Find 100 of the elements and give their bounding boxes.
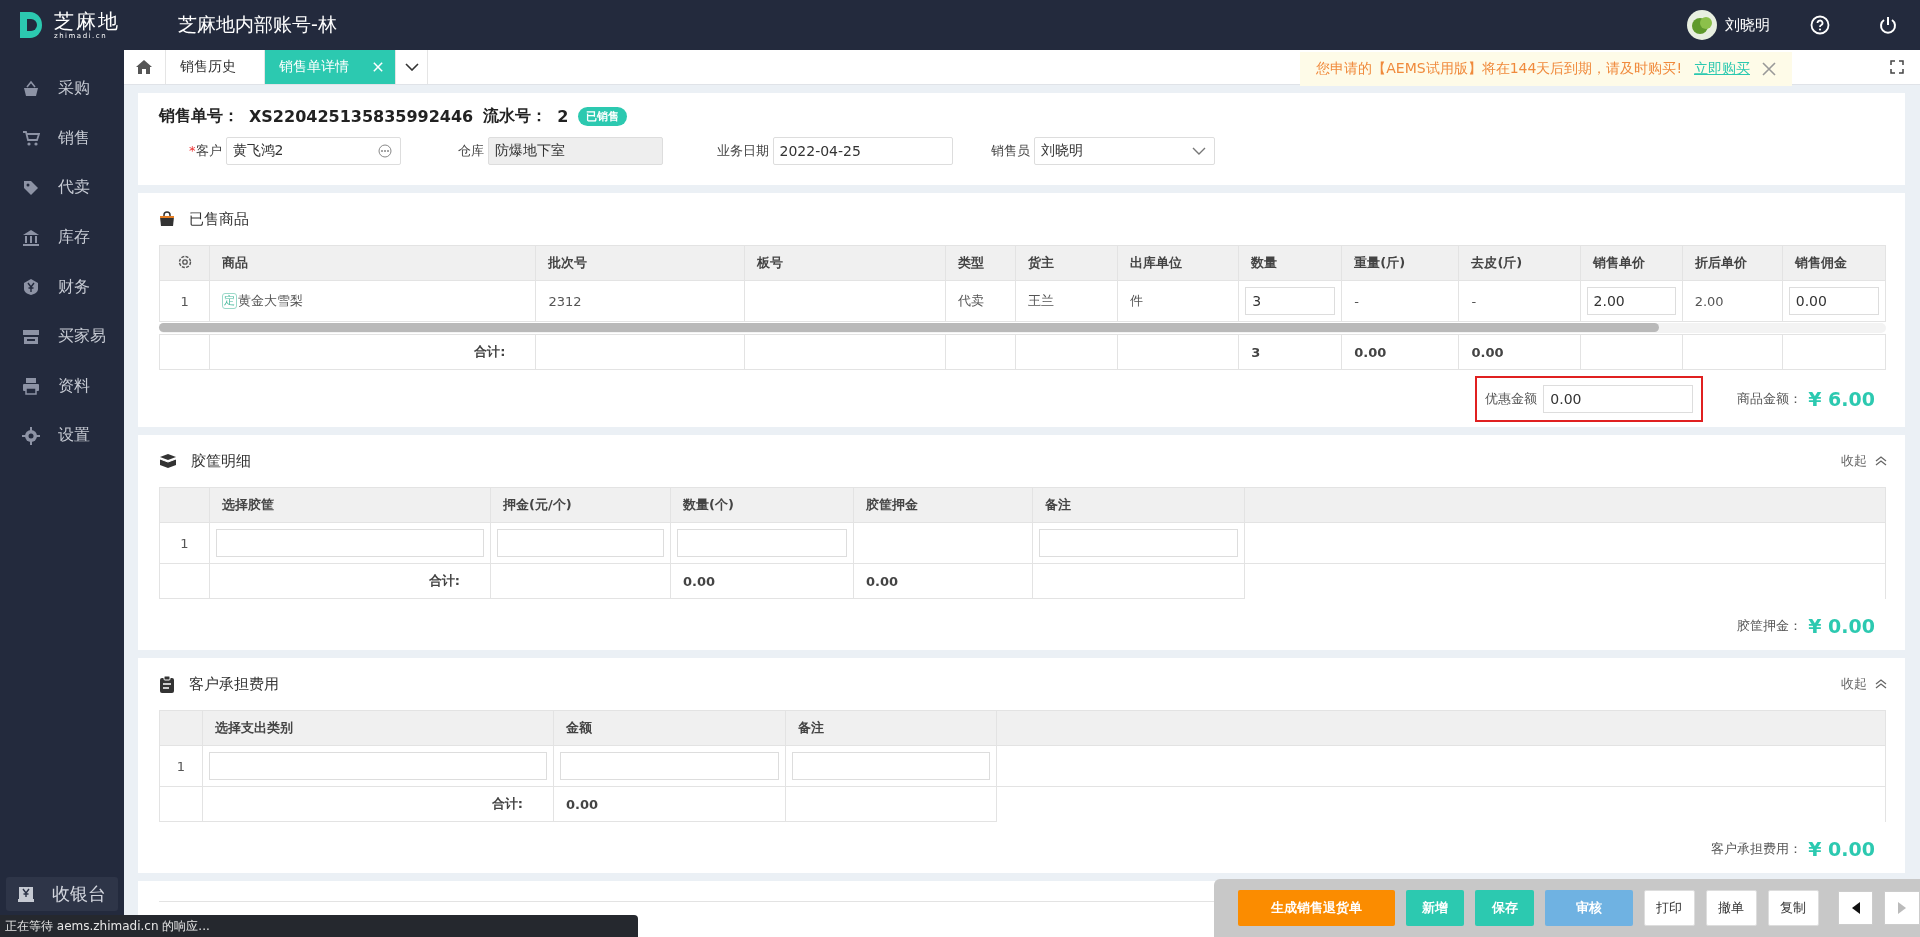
help-icon[interactable] — [1810, 15, 1830, 35]
close-icon[interactable] — [1762, 62, 1776, 76]
total-label: 合计: — [209, 563, 491, 599]
summary-amount: ¥ 6.00 — [1808, 388, 1875, 410]
row-number: 1 — [159, 745, 203, 787]
action-button[interactable]: 打印 — [1643, 890, 1695, 926]
column-header: 批次号 — [535, 245, 745, 281]
cashier-icon — [18, 886, 34, 902]
status-badge: 已销售 — [578, 107, 628, 126]
total-value: 0.00 — [853, 563, 1033, 599]
total-label: 合计: — [209, 334, 536, 370]
field-label: *客户 — [189, 142, 222, 160]
section-title: 客户承担费用 — [189, 674, 279, 694]
more-icon[interactable] — [377, 144, 392, 158]
chevron-up-icon[interactable] — [1875, 456, 1887, 466]
table-cell: 2.00 — [1682, 280, 1783, 322]
input-field: 防爆地下室 — [487, 137, 663, 165]
table-cell: 2312 — [535, 280, 745, 322]
column-header: 板号 — [744, 245, 946, 281]
section-title: 胶筐明细 — [191, 451, 251, 471]
sidebar-item[interactable]: 财务 — [0, 262, 124, 312]
input-field[interactable] — [216, 529, 484, 557]
sidebar-item[interactable]: 采购 — [0, 64, 124, 114]
column-header: 重量(斤) — [1341, 245, 1459, 281]
input-field[interactable]: 2022-04-25 — [772, 137, 953, 165]
order-number-label: 销售单号： — [159, 106, 239, 127]
input-field[interactable] — [209, 752, 547, 780]
previous-button[interactable] — [1838, 891, 1874, 925]
discount-label: 优惠金额 — [1485, 390, 1538, 408]
tag-icon — [22, 179, 40, 197]
sidebar-item[interactable]: 库存 — [0, 212, 124, 263]
shopping-bag-icon — [159, 211, 175, 227]
home-icon[interactable] — [135, 59, 153, 75]
column-header: 备注 — [1032, 487, 1245, 523]
summary-amount: ¥ 0.00 — [1808, 615, 1875, 637]
yen-icon — [22, 278, 40, 297]
discount-field[interactable]: 0.00 — [1543, 385, 1694, 413]
shop-icon — [22, 327, 40, 346]
total-value: 0.00 — [1458, 334, 1581, 370]
sidebar-item[interactable]: 代卖 — [0, 163, 124, 213]
avatar-icon[interactable] — [1687, 10, 1717, 40]
chevron-down-icon — [1191, 147, 1206, 155]
input-field[interactable]: 3 — [1245, 287, 1336, 315]
sidebar-item[interactable]: 设置 — [0, 411, 124, 461]
input-field[interactable] — [1039, 529, 1238, 557]
column-header: 数量 — [1238, 245, 1342, 281]
input-field[interactable]: 黄飞鸿2 — [225, 137, 401, 165]
input-field[interactable] — [792, 752, 990, 780]
summary-label: 客户承担费用： — [1711, 840, 1803, 858]
input-field[interactable] — [677, 529, 847, 557]
product-name: 黄金大雪梨 — [238, 292, 304, 310]
cashier-button[interactable]: 收银台 — [6, 877, 118, 911]
power-icon[interactable] — [1878, 15, 1898, 35]
sidebar-item[interactable]: 资料 — [0, 361, 124, 412]
box-icon — [159, 453, 177, 469]
notice-text: 您申请的【AEMS试用版】将在144天后到期，请及时购买! — [1316, 60, 1682, 78]
scrollbar[interactable] — [159, 323, 1886, 333]
column-header: 金额 — [553, 710, 786, 746]
input-field[interactable]: 2.00 — [1586, 287, 1676, 315]
sidebar-item[interactable]: 销售 — [0, 113, 124, 164]
column-header: 去皮(斤) — [1458, 245, 1581, 281]
column-header: 商品 — [209, 245, 536, 281]
total-value: 0.00 — [553, 786, 786, 822]
input-field[interactable] — [560, 752, 779, 780]
field-label: 销售员 — [990, 142, 1030, 160]
bank-icon — [22, 228, 40, 247]
summary-amount: ¥ 0.00 — [1808, 838, 1875, 860]
table-cell: 代卖 — [945, 280, 1016, 322]
column-header: 数量(个) — [670, 487, 854, 523]
collapse-link[interactable]: 收起 — [1841, 675, 1867, 693]
input-field[interactable]: 0.00 — [1788, 287, 1879, 315]
input-field[interactable] — [497, 529, 664, 557]
table-cell: 王兰 — [1015, 280, 1118, 322]
action-button[interactable]: 撤单 — [1705, 890, 1757, 926]
tab-menu-button[interactable] — [395, 50, 428, 84]
user-name[interactable]: 刘晓明 — [1725, 15, 1770, 35]
status-text: 正在等待 aems.zhimadi.cn 的响应... — [5, 917, 210, 935]
total-label: 合计: — [202, 786, 554, 822]
chevron-up-icon[interactable] — [1875, 679, 1887, 689]
select-field[interactable]: 刘晓明 — [1033, 137, 1215, 165]
next-button[interactable] — [1884, 891, 1920, 925]
field-label: 仓库 — [457, 142, 484, 160]
section-title: 已售商品 — [189, 209, 249, 229]
cart-icon — [22, 129, 40, 148]
clipboard-icon — [159, 675, 175, 693]
collapse-link[interactable]: 收起 — [1841, 452, 1867, 470]
table-cell: 件 — [1117, 280, 1239, 322]
column-header: 货主 — [1015, 245, 1118, 281]
action-button[interactable]: 复制 — [1767, 890, 1819, 926]
column-header: 折后单价 — [1682, 245, 1783, 281]
total-value: 3 — [1238, 334, 1342, 370]
product-tag: 定 — [222, 293, 238, 309]
sidebar-item[interactable]: 买家易 — [0, 311, 124, 362]
triangle-right-icon — [1898, 902, 1907, 914]
column-header: 选择胶筐 — [209, 487, 491, 523]
fullscreen-icon[interactable] — [1890, 60, 1904, 74]
column-header: 类型 — [945, 245, 1016, 281]
settings-icon[interactable] — [176, 253, 193, 270]
column-header: 押金(元/个) — [490, 487, 671, 523]
serial-number: 2 — [557, 107, 569, 126]
